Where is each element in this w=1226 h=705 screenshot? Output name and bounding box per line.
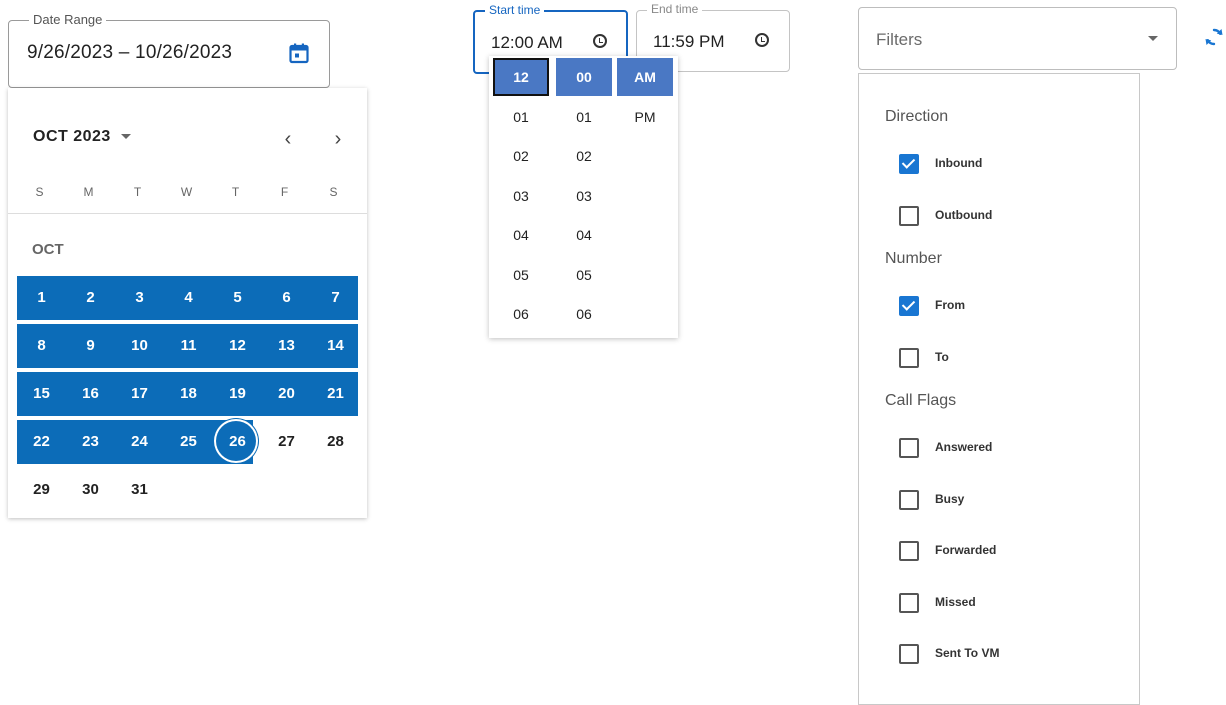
month-year-switch[interactable]: OCT 2023 (33, 128, 131, 146)
end-time-value[interactable]: 11:59 PM (653, 32, 725, 52)
caret-down-icon (120, 134, 131, 140)
calendar-icon[interactable] (289, 43, 309, 64)
end-time-legend: End time (647, 2, 703, 16)
filter-group-title: Number (885, 250, 942, 267)
weekday-label: T (133, 185, 142, 199)
filter-option-label: Answered (935, 440, 993, 454)
calendar-day[interactable]: 3 (115, 276, 164, 320)
calendar-day[interactable]: 19 (213, 372, 262, 416)
calendar-day[interactable]: 2 (66, 276, 115, 320)
calendar-day[interactable]: 30 (66, 468, 115, 512)
calendar-day[interactable]: 18 (164, 372, 213, 416)
weekday-label: M (83, 185, 94, 199)
checkbox-empty-icon[interactable] (899, 592, 919, 613)
time-picker-popover: 12 01 02 03 04 05 06 00 01 02 03 04 05 06 AM PM (489, 56, 678, 338)
calendar-day[interactable]: 15 (17, 372, 66, 416)
minute-option[interactable]: 03 (556, 177, 612, 215)
minute-option[interactable]: 02 (556, 137, 612, 175)
clock-icon[interactable] (755, 33, 769, 47)
filter-option-label: Inbound (935, 156, 983, 170)
calendar-day[interactable]: 21 (311, 372, 360, 416)
minute-option[interactable]: 00 (556, 58, 612, 96)
weekday-divider (8, 213, 367, 214)
minute-option[interactable]: 04 (556, 216, 612, 254)
minute-option[interactable]: 05 (556, 256, 612, 294)
filter-option-label: Busy (935, 491, 965, 506)
month-year-label: OCT 2023 (33, 128, 111, 145)
filter-option-label: To (935, 349, 949, 364)
checkbox-empty-icon[interactable] (899, 541, 919, 561)
calendar-day[interactable]: 23 (66, 420, 115, 464)
calendar-day[interactable]: 20 (262, 372, 311, 416)
filter-group-title: Call Flags (885, 392, 957, 409)
calendar-day[interactable]: 5 (213, 276, 262, 320)
calendar-day[interactable]: 9 (66, 324, 115, 368)
filter-option-label: Sent To VM (935, 646, 1000, 660)
minute-option[interactable]: 01 (556, 98, 612, 136)
calendar-day[interactable]: 4 (164, 276, 213, 320)
minute-option[interactable]: 06 (556, 295, 612, 333)
calendar-day[interactable]: 1 (17, 276, 66, 320)
weekday-label: T (231, 185, 240, 199)
chevron-left-icon[interactable]: ‹ (278, 128, 298, 151)
filters-placeholder: Filters (876, 30, 923, 49)
calendar-day[interactable]: 27 (262, 420, 311, 464)
calendar-day[interactable]: 16 (66, 372, 115, 416)
calendar-day[interactable]: 13 (262, 324, 311, 368)
checkbox-checked-icon[interactable] (899, 296, 919, 316)
chevron-right-icon[interactable]: › (328, 128, 348, 151)
calendar-day[interactable]: 31 (115, 468, 164, 512)
checkbox-empty-icon[interactable] (899, 644, 919, 664)
hour-option[interactable]: 01 (493, 98, 549, 136)
filter-option-label: Missed (935, 594, 976, 609)
hour-option[interactable]: 04 (493, 216, 549, 254)
weekday-label: S (35, 185, 44, 199)
hour-option[interactable]: 06 (493, 295, 549, 333)
filter-option-label: Forwarded (935, 543, 997, 557)
calendar-day[interactable]: 22 (17, 420, 66, 464)
calendar-popover: OCT 2023 ‹ › OCT S M T W T F S 1 2 3 4 5 6 7 8 9 10 11 12 1… (8, 88, 367, 518)
calendar-day[interactable]: 24 (115, 420, 164, 464)
calendar-day[interactable]: 10 (115, 324, 164, 368)
clock-icon[interactable] (593, 34, 607, 48)
meridiem-option[interactable]: PM (617, 98, 673, 136)
calendar-day-selected-end[interactable]: 26 (213, 420, 262, 464)
refresh-icon[interactable] (1202, 25, 1226, 49)
filter-option-label: Outbound (935, 207, 993, 222)
date-range-legend: Date Range (29, 12, 107, 27)
calendar-day[interactable]: 7 (311, 276, 360, 320)
month-label: OCT (32, 241, 64, 258)
start-time-legend: Start time (485, 3, 545, 17)
weekday-label: F (280, 185, 289, 199)
calendar-day[interactable]: 17 (115, 372, 164, 416)
meridiem-option[interactable]: AM (617, 58, 673, 96)
hour-option[interactable]: 02 (493, 137, 549, 175)
caret-down-icon (1148, 36, 1158, 41)
calendar-day[interactable]: 11 (164, 324, 213, 368)
checkbox-checked-icon[interactable] (899, 154, 919, 174)
weekday-label: S (329, 185, 338, 199)
filter-option-label: From (935, 298, 965, 312)
hour-option[interactable]: 05 (493, 256, 549, 294)
start-time-value[interactable]: 12:00 AM (491, 33, 563, 53)
hour-option[interactable]: 03 (493, 177, 549, 215)
hour-option[interactable]: 12 (493, 58, 549, 96)
calendar-day[interactable]: 12 (213, 324, 262, 368)
calendar-day[interactable]: 14 (311, 324, 360, 368)
date-range-value[interactable]: 9/26/2023 – 10/26/2023 (27, 42, 232, 64)
checkbox-empty-icon[interactable] (899, 347, 919, 368)
checkbox-empty-icon[interactable] (899, 205, 919, 226)
calendar-day[interactable]: 8 (17, 324, 66, 368)
calendar-day[interactable]: 28 (311, 420, 360, 464)
filter-group-title: Direction (885, 108, 949, 125)
calendar-day[interactable]: 29 (17, 468, 66, 512)
calendar-day[interactable]: 6 (262, 276, 311, 320)
calendar-day[interactable]: 25 (164, 420, 213, 464)
weekday-label: W (180, 185, 193, 199)
filters-panel: Direction Inbound Outbound Number From To Call… (858, 73, 1140, 705)
date-range-field[interactable]: Date Range 9/26/2023 – 10/26/2023 (8, 12, 330, 88)
filters-select[interactable]: Filters (858, 7, 1177, 70)
checkbox-empty-icon[interactable] (899, 489, 919, 510)
checkbox-empty-icon[interactable] (899, 438, 919, 458)
